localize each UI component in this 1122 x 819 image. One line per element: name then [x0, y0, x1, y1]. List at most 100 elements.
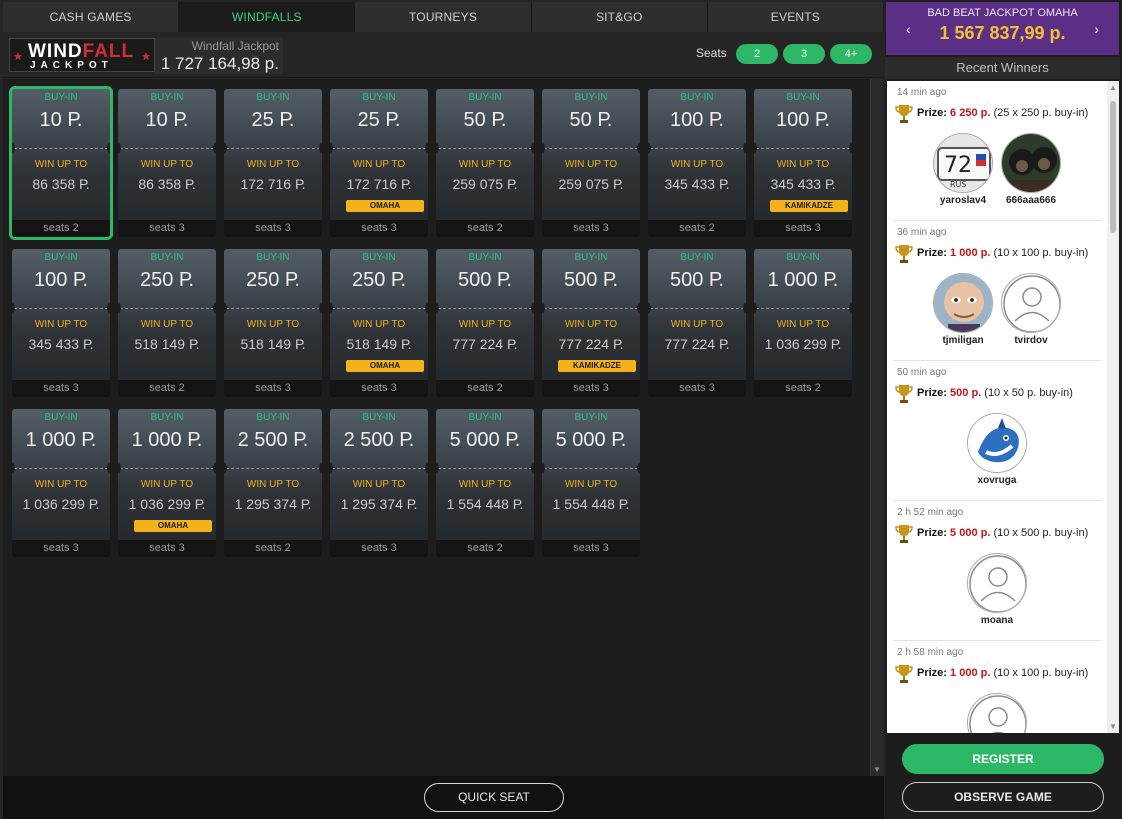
- ticket-perforation: [332, 148, 426, 149]
- ticket-perforation: [14, 148, 108, 149]
- register-button[interactable]: REGISTER: [902, 744, 1104, 774]
- winner-player[interactable]: xovruga: [966, 413, 1028, 486]
- prize-detail: (10 x 100 р. buy-in): [993, 247, 1089, 259]
- scrollbar-thumb[interactable]: [1110, 101, 1116, 233]
- winner-player[interactable]: moana: [966, 553, 1028, 626]
- windfall-ticket[interactable]: BUY-IN 250 Р. WIN UP TO 518 149 Р. seats 3: [224, 249, 322, 397]
- windfall-ticket[interactable]: BUY-IN 50 Р. WIN UP TO 259 075 Р. seats 3: [542, 89, 640, 237]
- grid-scrollbar[interactable]: ▼: [870, 79, 883, 776]
- prize-label: Prize:: [917, 387, 947, 399]
- windfall-ticket[interactable]: BUY-IN 5 000 Р. WIN UP TO 1 554 448 Р. seats…: [542, 409, 640, 557]
- win-up-to-label: WIN UP TO: [776, 319, 830, 330]
- ticket-notch: [436, 143, 439, 153]
- winner-player[interactable]: 666aaa666: [1000, 133, 1062, 206]
- win-up-to-value: 1 295 374 Р.: [340, 496, 418, 512]
- win-up-to-label: WIN UP TO: [670, 159, 724, 170]
- seats-filter-4plus[interactable]: 4+: [830, 44, 872, 64]
- ticket-perforation: [544, 148, 638, 149]
- avatar: [967, 693, 1027, 733]
- buyin-label: BUY-IN: [44, 252, 78, 263]
- windfall-ticket[interactable]: BUY-IN 500 Р. WIN UP TO 777 224 Р. seats 3: [648, 249, 746, 397]
- buyin-label: BUY-IN: [786, 252, 820, 263]
- seats-count: seats 2: [648, 220, 746, 237]
- scroll-up-icon[interactable]: ▲: [1107, 83, 1119, 92]
- chevron-right-icon[interactable]: ›: [1094, 21, 1099, 37]
- buyin-value: 100 Р.: [33, 269, 89, 291]
- tab-tourneys[interactable]: TOURNEYS: [355, 2, 532, 32]
- tab-windfalls[interactable]: WINDFALLS: [179, 2, 356, 32]
- lobby-window: CASH GAMES WINDFALLS TOURNEYS SIT&GO EVE…: [0, 0, 1122, 819]
- svg-text:72: 72: [944, 153, 972, 178]
- winner-players: 72 RUS yaroslav4 666aaa666: [893, 133, 1101, 206]
- trophy-icon: [895, 385, 913, 403]
- winner-player[interactable]: tvirdov: [1000, 273, 1062, 346]
- windfall-ticket[interactable]: BUY-IN 1 000 Р. WIN UP TO 1 036 299 Р. seats…: [12, 409, 110, 557]
- windfall-ticket[interactable]: BUY-IN 10 Р. WIN UP TO 86 358 Р. seats 3: [118, 89, 216, 237]
- ticket-notch: [12, 143, 15, 153]
- tab-bar: CASH GAMES WINDFALLS TOURNEYS SIT&GO EVE…: [3, 2, 885, 32]
- buyin-value: 500 Р.: [457, 269, 513, 291]
- windfall-ticket[interactable]: BUY-IN 1 000 Р. WIN UP TO 1 036 299 Р. seats…: [754, 249, 852, 397]
- windfall-ticket[interactable]: BUY-IN 2 500 Р. WIN UP TO 1 295 374 Р. seats…: [330, 409, 428, 557]
- winner-time-ago: 50 min ago: [897, 367, 947, 378]
- windfall-ticket[interactable]: BUY-IN 10 Р. WIN UP TO 86 358 Р. seats 2: [9, 86, 113, 240]
- winner-time-ago: 36 min ago: [897, 227, 947, 238]
- ticket-perforation: [120, 148, 214, 149]
- seats-count: seats 3: [118, 220, 216, 237]
- seats-count: seats 3: [542, 540, 640, 557]
- windfall-ticket[interactable]: BUY-IN 250 Р. WIN UP TO 518 149 Р. seats 2: [118, 249, 216, 397]
- ticket-perforation: [438, 468, 532, 469]
- windfall-ticket[interactable]: BUY-IN 500 Р. WIN UP TO 777 224 Р. seats 2: [436, 249, 534, 397]
- win-up-to-label: WIN UP TO: [140, 479, 194, 490]
- scroll-down-icon[interactable]: ▼: [871, 765, 883, 774]
- windfall-ticket[interactable]: BUY-IN 100 Р. WIN UP TO 345 433 Р. KAMIKADZE…: [754, 89, 852, 237]
- jackpot-label: Windfall Jackpot: [191, 39, 279, 53]
- scroll-down-icon[interactable]: ▼: [1107, 722, 1119, 731]
- quick-seat-button[interactable]: QUICK SEAT: [424, 783, 564, 812]
- ticket-perforation: [438, 148, 532, 149]
- winner-player[interactable]: 72 RUS yaroslav4: [932, 133, 994, 206]
- buyin-label: BUY-IN: [150, 412, 184, 423]
- win-up-to-label: WIN UP TO: [458, 159, 512, 170]
- avatar: [1001, 133, 1061, 193]
- win-up-to-value: 1 036 299 Р.: [22, 496, 100, 512]
- winners-scrollbar[interactable]: ▲ ▼: [1107, 81, 1119, 733]
- win-up-to-value: 777 224 Р.: [558, 336, 624, 352]
- ticket-notch: [531, 143, 534, 153]
- win-up-to-value: 518 149 Р.: [134, 336, 200, 352]
- winner-player[interactable]: tjmiligan: [932, 273, 994, 346]
- jackpot-bar: ★ WINDFALL JACKPOT ★ Windfall Jackpot 1 …: [3, 33, 884, 78]
- ticket-notch: [531, 463, 534, 473]
- windfall-ticket[interactable]: BUY-IN 1 000 Р. WIN UP TO 1 036 299 Р. OMAHA…: [118, 409, 216, 557]
- tab-sit-and-go[interactable]: SIT&GO: [531, 2, 708, 32]
- buyin-value: 1 000 Р.: [25, 429, 97, 451]
- ticket-notch: [425, 463, 428, 473]
- seats-filter-3[interactable]: 3: [783, 44, 825, 64]
- winner-entry: 50 min ago Prize: 500 р. (10 x 50 р. buy-…: [893, 361, 1101, 501]
- windfall-ticket[interactable]: BUY-IN 50 Р. WIN UP TO 259 075 Р. seats 2: [436, 89, 534, 237]
- seats-filter-2[interactable]: 2: [736, 44, 778, 64]
- windfall-ticket[interactable]: BUY-IN 5 000 Р. WIN UP TO 1 554 448 Р. seats…: [436, 409, 534, 557]
- winner-player[interactable]: [966, 693, 1028, 733]
- win-up-to-label: WIN UP TO: [34, 319, 88, 330]
- observe-game-button[interactable]: OBSERVE GAME: [902, 782, 1104, 812]
- recent-winners-list: 14 min ago Prize: 6 250 р. (25 x 250 р. b…: [887, 81, 1107, 733]
- windfall-ticket[interactable]: BUY-IN 500 Р. WIN UP TO 777 224 Р. KAMIKADZE…: [542, 249, 640, 397]
- buyin-label: BUY-IN: [256, 92, 290, 103]
- win-up-to-label: WIN UP TO: [352, 319, 406, 330]
- windfall-ticket[interactable]: BUY-IN 100 Р. WIN UP TO 345 433 Р. seats 3: [12, 249, 110, 397]
- recent-winners-title: Recent Winners: [885, 57, 1120, 79]
- windfall-ticket[interactable]: BUY-IN 25 Р. WIN UP TO 172 716 Р. OMAHA seats…: [330, 89, 428, 237]
- seats-count: seats 3: [648, 380, 746, 397]
- logo-subtext: JACKPOT: [30, 60, 113, 71]
- ticket-perforation: [756, 148, 850, 149]
- windfall-ticket[interactable]: BUY-IN 25 Р. WIN UP TO 172 716 Р. seats 3: [224, 89, 322, 237]
- windfall-ticket[interactable]: BUY-IN 100 Р. WIN UP TO 345 433 Р. seats 2: [648, 89, 746, 237]
- tab-cash-games[interactable]: CASH GAMES: [3, 2, 180, 32]
- tab-events[interactable]: EVENTS: [707, 2, 885, 32]
- windfall-ticket[interactable]: BUY-IN 250 Р. WIN UP TO 518 149 Р. OMAHA seat…: [330, 249, 428, 397]
- windfall-ticket[interactable]: BUY-IN 2 500 Р. WIN UP TO 1 295 374 Р. seats…: [224, 409, 322, 557]
- win-up-to-value: 259 075 Р.: [452, 176, 518, 192]
- win-up-to-label: WIN UP TO: [458, 479, 512, 490]
- win-up-to-value: 86 358 Р.: [32, 176, 90, 192]
